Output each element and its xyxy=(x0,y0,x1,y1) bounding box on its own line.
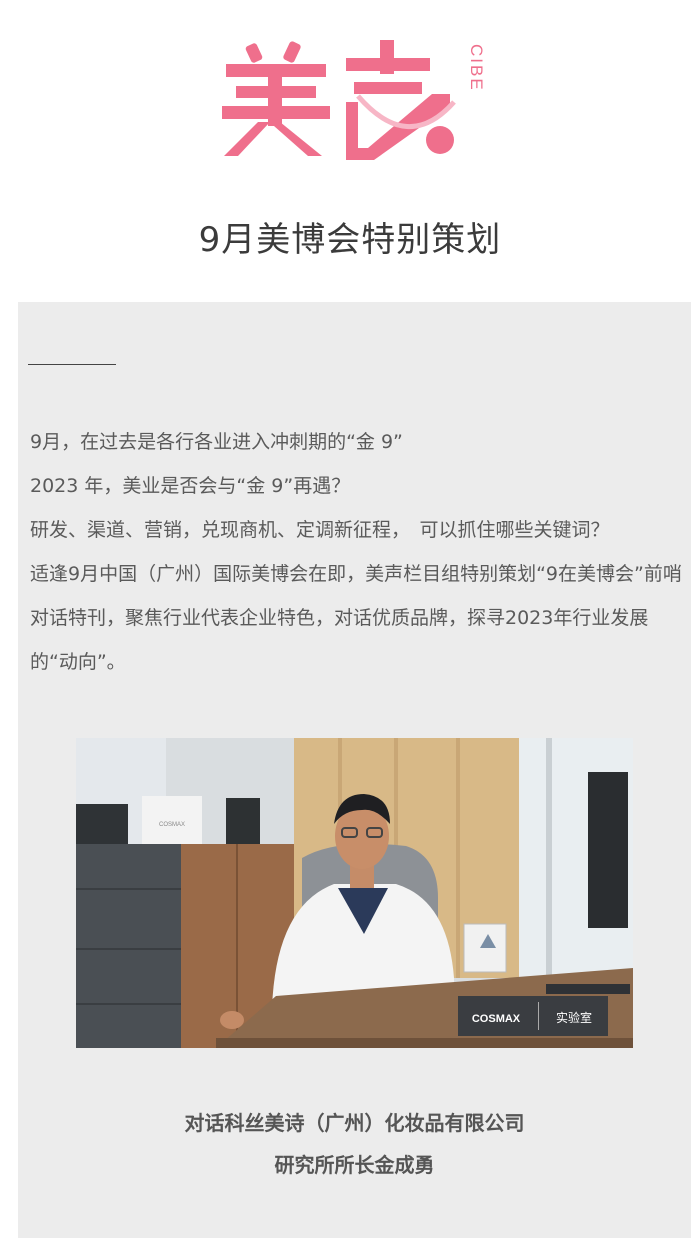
box-brand-text: COSMAX xyxy=(159,822,185,828)
caption-person: 研究所所长金成勇 xyxy=(274,1153,435,1177)
nameplate-brand-text: COSMAX xyxy=(472,1013,521,1025)
nameplate-label-text: 实验室 xyxy=(556,1010,592,1025)
article-card: 9月，在过去是各行各业进入冲刺期的“金 9” 2023 年，美业是否会与“金 9… xyxy=(18,302,691,1238)
brand-logo: CIBE xyxy=(0,36,700,166)
interview-photo: COSMAX COSMAX 实验室 xyxy=(76,738,633,1048)
caption-company: 对话科丝美诗（广州）化妆品有限公司 xyxy=(184,1111,525,1135)
intro-text: 9月，在过去是各行各业进入冲刺期的“金 9” 2023 年，美业是否会与“金 9… xyxy=(30,420,682,684)
cibe-vertical-label: CIBE xyxy=(467,44,486,92)
meisheng-logo-icon xyxy=(222,40,456,160)
intro-line: 2023 年，美业是否会与“金 9”再遇？ xyxy=(30,475,351,497)
office-scene-image: COSMAX COSMAX 实验室 xyxy=(76,738,633,1048)
intro-line: 适逢9月中国（广州）国际美博会在即，美声栏目组特别策划“9在美博会”前哨对话特刊… xyxy=(30,563,682,673)
intro-line: 研发、渠道、营销，兑现商机、定调新征程， 可以抓住哪些关键词？ xyxy=(30,519,610,541)
intro-line: 9月，在过去是各行各业进入冲刺期的“金 9” xyxy=(30,431,403,453)
photo-caption: 对话科丝美诗（广州）化妆品有限公司 研究所所长金成勇 xyxy=(18,1102,691,1186)
section-divider xyxy=(28,364,116,365)
page-title: 9月美博会特别策划 xyxy=(198,220,502,260)
